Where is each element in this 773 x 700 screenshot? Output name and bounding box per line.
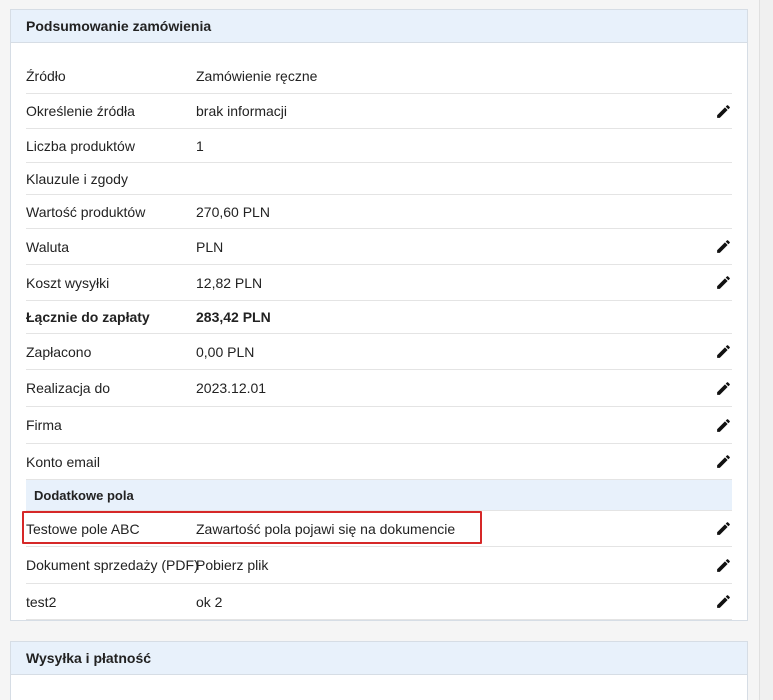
row-value: 2023.12.01 <box>196 380 267 396</box>
row-value: ok 2 <box>196 593 223 610</box>
summary-row-zrodlo: Źródło Zamówienie ręczne <box>26 58 732 94</box>
order-summary-rows: Źródło Zamówienie ręczne Określenie źródła… <box>22 58 732 620</box>
shipping-payment-title: Wysyłka i płatność <box>26 650 152 666</box>
summary-row-dokument-sprzedazy-pdf: Dokument sprzedaży (PDF) Pobierz plik <box>26 547 732 584</box>
summary-row-realizacja-do: Realizacja do 2023.12.01 <box>26 370 732 407</box>
row-label: Określenie źródła <box>26 103 135 119</box>
pencil-icon[interactable] <box>714 102 732 120</box>
row-label: Klauzule i zgody <box>26 170 128 187</box>
row-label: Konto email <box>26 453 100 470</box>
summary-row-koszt-wysylki: Koszt wysyłki 12,82 PLN <box>26 265 732 301</box>
summary-row-test2: test2 ok 2 <box>26 584 732 620</box>
row-value: Zamówienie ręczne <box>196 67 318 84</box>
pencil-icon[interactable] <box>714 343 732 361</box>
row-label: Źródło <box>26 67 66 84</box>
summary-row-lacznie-do-zaplaty: Łącznie do zapłaty 283,42 PLN <box>26 301 732 334</box>
pencil-icon[interactable] <box>714 379 732 397</box>
row-label: Liczba produktów <box>26 137 135 154</box>
row-value: Zawartość pola pojawi się na dokumencie <box>196 520 456 537</box>
pencil-icon[interactable] <box>714 520 732 538</box>
order-summary-panel: Podsumowanie zamówienia Źródło Zamówienie… <box>10 9 748 621</box>
order-summary-header: Podsumowanie zamówienia <box>11 10 747 43</box>
pencil-icon[interactable] <box>714 416 732 434</box>
row-value: 270,60 PLN <box>196 203 270 220</box>
row-label: Dokument sprzedaży (PDF) <box>26 557 199 573</box>
row-value: 283,42 PLN <box>196 309 271 325</box>
row-label: Realizacja do <box>26 380 111 396</box>
shipping-payment-header: Wysyłka i płatność <box>11 642 747 675</box>
summary-row-okreslenie-zrodla: Określenie źródła brak informacji <box>26 94 732 129</box>
order-summary-title: Podsumowanie zamówienia <box>26 18 212 34</box>
summary-row-liczba-produktow: Liczba produktów 1 <box>26 129 732 163</box>
row-value: brak informacji <box>196 103 288 119</box>
summary-row-zaplacono: Zapłacono 0,00 PLN <box>26 334 732 370</box>
pencil-icon[interactable] <box>714 556 732 574</box>
row-label: Testowe pole ABC <box>26 520 140 537</box>
row-label: Koszt wysyłki <box>26 274 110 291</box>
row-label: Waluta <box>26 238 70 255</box>
extra-fields-subheader: Dodatkowe pola <box>26 480 732 511</box>
scrollbar-track[interactable] <box>759 0 773 700</box>
row-value: 1 <box>196 137 204 154</box>
summary-row-wartosc-produktow: Wartość produktów 270,60 PLN <box>26 195 732 229</box>
pencil-icon[interactable] <box>714 453 732 471</box>
row-label: Zapłacono <box>26 343 92 360</box>
row-label: test2 <box>26 593 57 610</box>
row-label: Łącznie do zapłaty <box>26 309 150 325</box>
summary-row-firma: Firma <box>26 407 732 444</box>
pencil-icon[interactable] <box>714 238 732 256</box>
row-value: 0,00 PLN <box>196 343 255 360</box>
row-label: Wartość produktów <box>26 203 146 220</box>
summary-row-waluta: Waluta PLN <box>26 229 732 265</box>
row-value: 12,82 PLN <box>196 274 263 291</box>
summary-row-konto-email: Konto email <box>26 444 732 480</box>
row-label: Firma <box>26 417 62 433</box>
pencil-icon[interactable] <box>714 274 732 292</box>
summary-row-klauzule-i-zgody: Klauzule i zgody <box>26 163 732 195</box>
pencil-icon[interactable] <box>714 593 732 611</box>
row-value: Pobierz plik <box>196 557 269 573</box>
row-value: PLN <box>196 238 224 255</box>
shipping-payment-panel: Wysyłka i płatność <box>10 641 748 700</box>
summary-row-testowe-pole-abc: Testowe pole ABC Zawartość pola pojawi si… <box>22 511 732 547</box>
